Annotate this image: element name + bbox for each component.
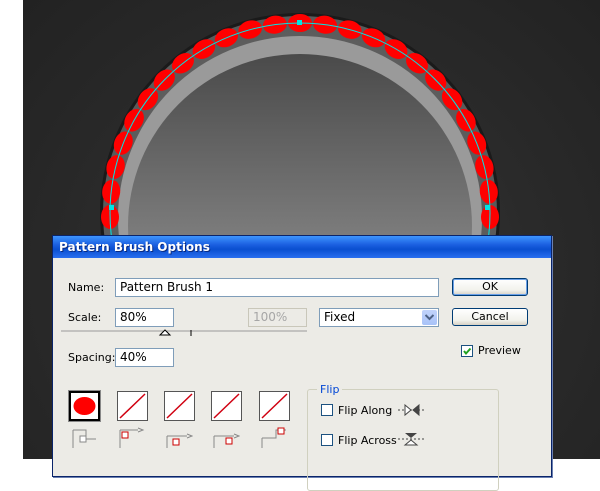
inner-corner-tile[interactable] [164, 391, 195, 421]
scale-mode-value: Fixed [324, 310, 356, 324]
start-tile-diagram-icon [213, 433, 240, 448]
outer-corner-tile[interactable] [117, 391, 148, 421]
none-slash-icon [119, 393, 146, 419]
scale-label: Scale: [68, 311, 102, 324]
flip-group-label: Flip [317, 383, 343, 396]
flip-along-checkbox[interactable] [321, 404, 333, 416]
end-tile[interactable] [259, 391, 290, 421]
none-slash-icon [261, 393, 288, 419]
dialog-title: Pattern Brush Options [53, 236, 551, 258]
name-label: Name: [68, 281, 105, 294]
scale-mode-dropdown[interactable]: Fixed [319, 308, 439, 327]
flip-across-icon [398, 433, 424, 446]
spacing-field[interactable]: 40% [115, 348, 174, 367]
flip-along-icon [398, 403, 424, 417]
ok-button[interactable]: OK [452, 278, 528, 296]
chevron-down-icon[interactable] [422, 310, 437, 325]
side-tile-diagram-icon [72, 429, 96, 448]
spacing-label: Spacing: [68, 351, 116, 364]
scale-slider[interactable] [59, 328, 309, 344]
end-tile-diagram-icon [261, 427, 286, 448]
preview-label: Preview [478, 344, 521, 357]
none-slash-icon [213, 393, 240, 419]
path-anchor-left [109, 205, 114, 210]
path-anchor-right [485, 205, 490, 210]
checkmark-icon [463, 347, 472, 356]
cancel-button[interactable]: Cancel [452, 308, 528, 326]
flip-across-label: Flip Across [338, 434, 397, 447]
start-tile[interactable] [211, 391, 242, 421]
scale-max-field: 100% [248, 308, 307, 327]
side-tile[interactable] [69, 391, 100, 421]
inner-corner-diagram-icon [166, 433, 193, 448]
red-dot-icon [73, 397, 96, 415]
none-slash-icon [166, 393, 193, 419]
pattern-brush-options-dialog: Pattern Brush Options Name: Pattern Brus… [52, 235, 552, 491]
name-field[interactable]: Pattern Brush 1 [115, 278, 439, 297]
flip-along-label: Flip Along [338, 404, 393, 417]
outer-corner-diagram-icon [119, 427, 145, 448]
preview-checkbox[interactable] [461, 345, 473, 357]
scale-field[interactable]: 80% [115, 308, 174, 327]
path-anchor-top [297, 20, 302, 25]
flip-across-checkbox[interactable] [321, 434, 333, 446]
